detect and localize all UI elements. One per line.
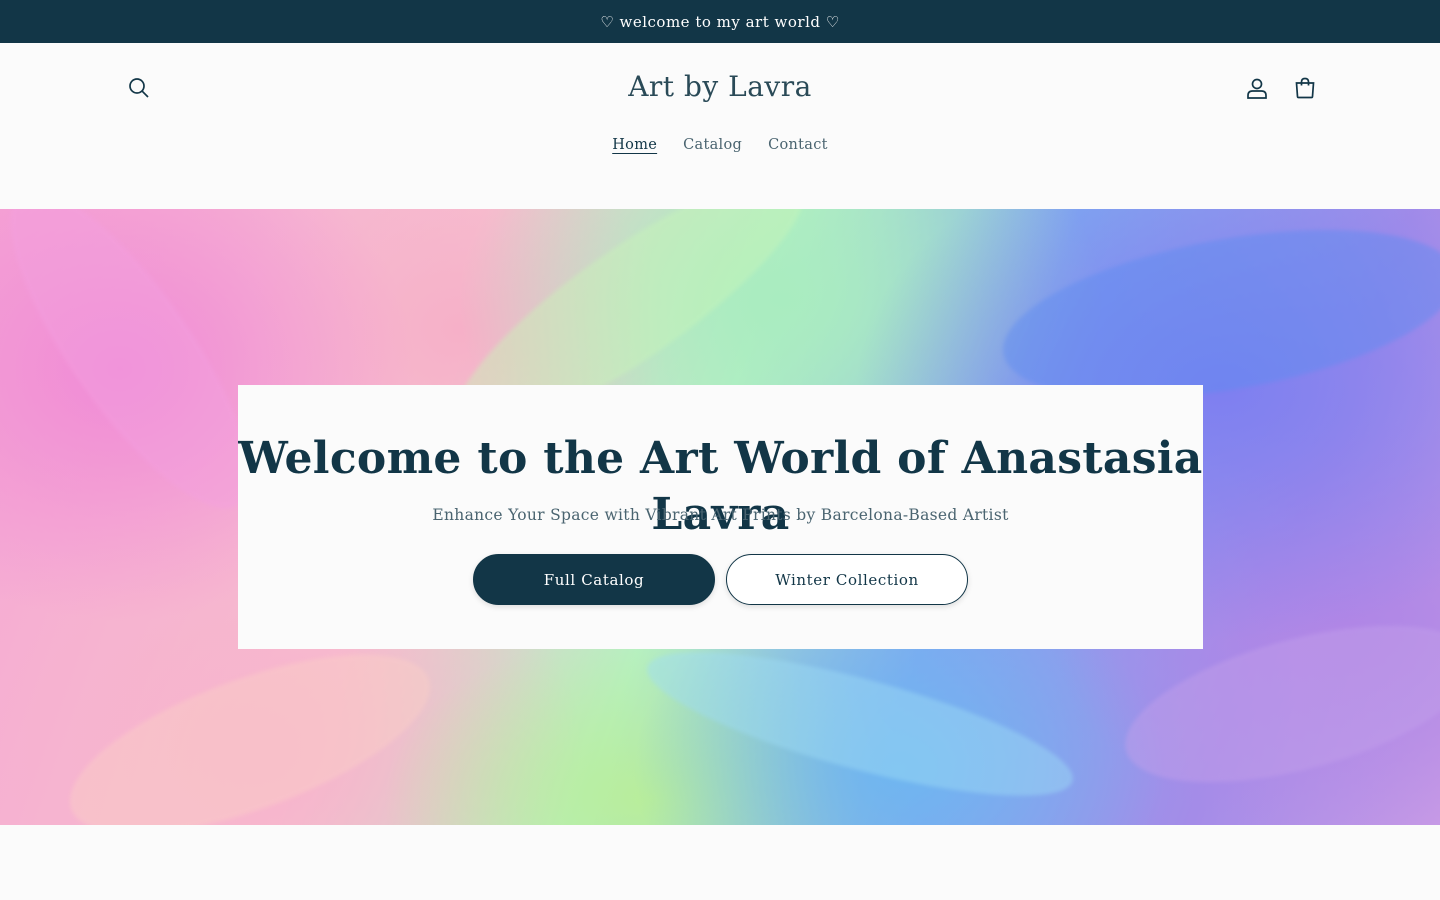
paint-stroke xyxy=(635,623,1085,825)
site-header: Art by Lavra Home Catalog Contact xyxy=(0,43,1440,209)
search-button[interactable] xyxy=(123,72,155,104)
search-icon xyxy=(129,78,149,98)
next-section xyxy=(0,825,1440,900)
account-button[interactable] xyxy=(1241,72,1273,104)
hero-subtitle: Enhance Your Space with Vibrant Art Prin… xyxy=(432,506,1009,524)
cart-button[interactable] xyxy=(1289,72,1321,104)
full-catalog-button[interactable]: Full Catalog xyxy=(473,554,715,605)
hero-content-card: Welcome to the Art World of Anastasia La… xyxy=(238,385,1203,649)
site-logo[interactable]: Art by Lavra xyxy=(520,67,920,107)
shopping-bag-icon xyxy=(1295,77,1315,99)
announcement-text: ♡ welcome to my art world ♡ xyxy=(600,12,840,31)
announcement-bar: ♡ welcome to my art world ♡ xyxy=(0,0,1440,43)
main-nav: Home Catalog Contact xyxy=(0,133,1440,157)
nav-item-contact[interactable]: Contact xyxy=(768,133,828,157)
nav-item-home[interactable]: Home xyxy=(612,133,657,157)
hero-banner: Welcome to the Art World of Anastasia La… xyxy=(0,209,1440,825)
user-icon xyxy=(1247,78,1267,99)
winter-collection-button[interactable]: Winter Collection xyxy=(726,554,968,605)
section-heading-peek xyxy=(118,893,588,900)
nav-item-catalog[interactable]: Catalog xyxy=(683,133,742,157)
